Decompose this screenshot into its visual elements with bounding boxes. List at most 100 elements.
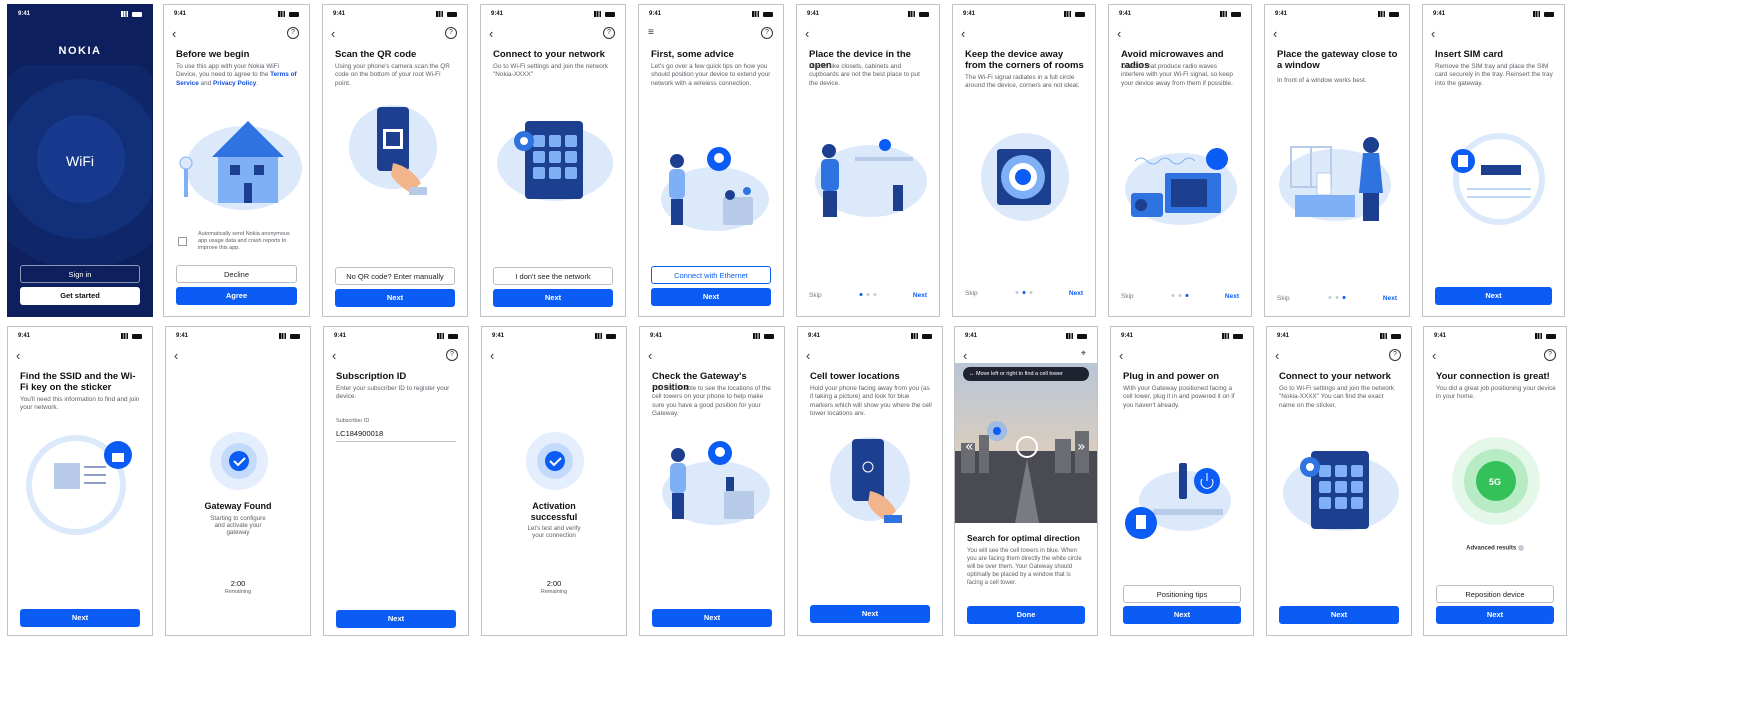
microwave-radio-illustration — [1125, 148, 1237, 225]
left-right-arrow-icon: ↔ — [969, 371, 977, 377]
decline-button[interactable]: Decline — [176, 265, 297, 283]
get-started-button[interactable]: Get started — [20, 287, 140, 305]
screen-close-to-window: 9:41 ‹ Place the gateway close to a wind… — [1264, 4, 1410, 317]
back-arrow-icon[interactable]: ‹ — [961, 27, 965, 40]
skip-link[interactable]: Skip — [809, 292, 822, 299]
page-dots — [1328, 296, 1346, 299]
reposition-device-button[interactable]: Reposition device — [1436, 585, 1554, 603]
back-arrow-icon[interactable]: ‹ — [489, 27, 493, 40]
next-button[interactable]: Next — [810, 605, 930, 623]
network-type-badge: 5G — [1488, 477, 1501, 487]
location-pin-icon[interactable]: ⌖ — [1081, 348, 1086, 359]
back-arrow-icon[interactable]: ‹ — [331, 27, 335, 40]
status-bar: 9:41 — [18, 11, 142, 21]
next-button[interactable]: Next — [1279, 606, 1399, 624]
next-button[interactable]: Next — [335, 289, 455, 307]
agree-button[interactable]: Agree — [176, 287, 297, 305]
timer-label: Remaining — [224, 589, 252, 595]
timer-label: Remaining — [540, 589, 568, 595]
back-arrow-icon[interactable]: ‹ — [490, 349, 494, 362]
back-arrow-icon[interactable]: ‹ — [1117, 27, 1121, 40]
skip-link[interactable]: Skip — [1121, 293, 1134, 300]
next-link[interactable]: Next — [1225, 293, 1239, 300]
back-arrow-icon[interactable]: ‹ — [172, 27, 176, 40]
screen-away-from-corners: 9:41 ‹ Keep the device away from the cor… — [952, 4, 1096, 317]
page-title: Connect to your network — [493, 49, 605, 60]
nokia-logo: NOKIA — [58, 45, 102, 57]
next-button[interactable]: Next — [652, 609, 772, 627]
back-arrow-icon[interactable]: ‹ — [648, 349, 652, 362]
back-arrow-icon[interactable]: ‹ — [806, 349, 810, 362]
page-dots — [1015, 291, 1033, 294]
countdown-timer: 2:00 — [546, 579, 562, 588]
back-arrow-icon[interactable]: ‹ — [1273, 27, 1277, 40]
enter-manually-button[interactable]: No QR code? Enter manually — [335, 267, 455, 285]
page-title: First, some advice — [651, 49, 734, 60]
back-arrow-icon[interactable]: ‹ — [1119, 349, 1123, 362]
positioning-tips-button[interactable]: Positioning tips — [1123, 585, 1241, 603]
page-title: Subscription ID — [336, 371, 407, 382]
back-arrow-icon[interactable]: ‹ — [1432, 349, 1436, 362]
screen-search-direction: 9:41 ‹ ⌖ « » ↔ Move left or right to fin… — [954, 326, 1098, 636]
back-arrow-icon[interactable]: ‹ — [174, 349, 178, 362]
next-button[interactable]: Next — [1436, 606, 1554, 624]
screen-avoid-microwaves: 9:41 ‹ Avoid microwaves and radios Devic… — [1108, 4, 1252, 317]
page-description: You did a great job positioning your dev… — [1436, 385, 1556, 401]
page-title: Connect to your network — [1279, 371, 1391, 382]
done-button[interactable]: Done — [967, 606, 1085, 624]
page-description: Using your phone's camera scan the QR co… — [335, 63, 450, 87]
page-description: The Wi-Fi signal radiates in a full circ… — [965, 74, 1080, 90]
status-bar: 9:41 — [18, 333, 142, 343]
direction-hint-banner: ↔ Move left or right to find a cell towe… — [963, 367, 1089, 381]
connect-ethernet-button[interactable]: Connect with Ethernet — [651, 266, 771, 284]
next-link[interactable]: Next — [913, 292, 927, 299]
next-link[interactable]: Next — [1383, 295, 1397, 302]
success-check-icon — [526, 432, 584, 490]
privacy-link[interactable]: Privacy Policy — [213, 80, 256, 87]
camera-city-view: « » — [955, 363, 1097, 523]
next-button[interactable]: Next — [20, 609, 140, 627]
sim-card-sticker-illustration — [1451, 133, 1545, 225]
next-button[interactable]: Next — [651, 288, 771, 306]
svg-text:»: » — [1077, 439, 1086, 455]
back-arrow-icon[interactable]: ‹ — [332, 349, 336, 362]
skip-link[interactable]: Skip — [965, 290, 978, 297]
skip-link[interactable]: Skip — [1277, 295, 1290, 302]
back-arrow-icon[interactable]: ‹ — [1431, 27, 1435, 40]
back-arrow-icon[interactable]: ‹ — [16, 349, 20, 362]
subscriber-id-input[interactable]: LC184900018 — [336, 429, 456, 442]
sign-in-button[interactable]: Sign in — [20, 265, 140, 283]
back-arrow-icon[interactable]: ‹ — [1275, 349, 1279, 362]
next-button[interactable]: Next — [1123, 606, 1241, 624]
next-link[interactable]: Next — [1069, 290, 1083, 297]
help-icon[interactable]: ? — [446, 349, 458, 361]
analytics-checkbox-label: Automatically send Nokia anonymous app u… — [198, 231, 290, 251]
page-description: Places like closets, cabinets and cupboa… — [809, 63, 920, 87]
advanced-results-link[interactable]: Advanced results — [1434, 545, 1556, 552]
screen-first-advice: 9:41 ≡ ? First, some advice Let's go ove… — [638, 4, 784, 317]
back-arrow-icon[interactable]: ‹ — [963, 349, 967, 362]
status-bar: 9:41 — [963, 11, 1085, 21]
help-icon[interactable]: ? — [1544, 349, 1556, 361]
subscriber-id-label: Subscriber ID — [336, 418, 370, 424]
back-arrow-icon[interactable]: ‹ — [805, 27, 809, 40]
next-button[interactable]: Next — [336, 610, 456, 628]
help-icon[interactable]: ? — [761, 27, 773, 39]
next-button[interactable]: Next — [493, 289, 613, 307]
help-icon[interactable]: ? — [287, 27, 299, 39]
status-bar: 9:41 — [1121, 333, 1243, 343]
help-icon[interactable]: ? — [445, 27, 457, 39]
help-icon[interactable]: ? — [1389, 349, 1401, 361]
help-icon[interactable]: ? — [603, 27, 615, 39]
analytics-checkbox[interactable] — [178, 237, 187, 246]
svg-text:«: « — [965, 439, 974, 455]
menu-icon[interactable]: ≡ — [648, 27, 654, 38]
countdown-timer: 2:00 — [230, 579, 246, 588]
success-check-icon — [210, 432, 268, 490]
screen-subscription-id: 9:41 ‹ ? Subscription ID Enter your subs… — [323, 326, 469, 636]
no-network-button[interactable]: I don't see the network — [493, 267, 613, 285]
device-on-shelf-illustration — [815, 139, 927, 217]
page-description: With your Gateway positioned facing a ce… — [1123, 385, 1235, 409]
next-button[interactable]: Next — [1435, 287, 1552, 305]
page-description: Devices that produce radio waves interfe… — [1121, 63, 1233, 87]
